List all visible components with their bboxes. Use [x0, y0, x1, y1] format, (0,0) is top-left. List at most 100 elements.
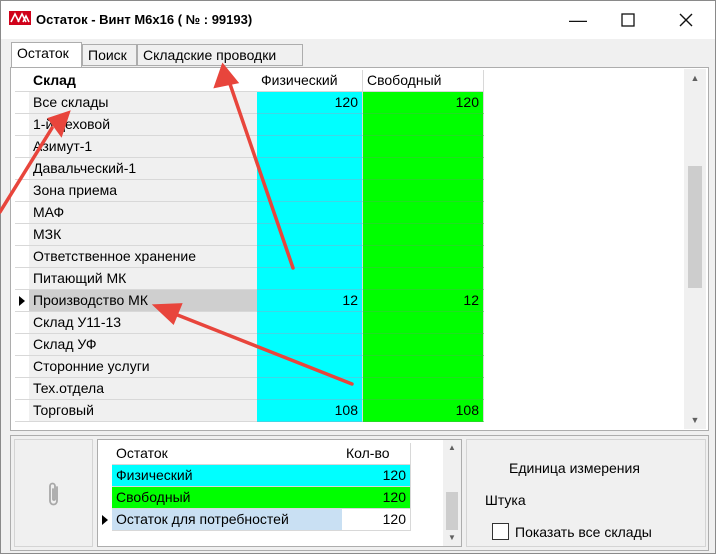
summary-label: Физический — [112, 465, 342, 487]
warehouse-row[interactable]: МАФ — [15, 202, 682, 224]
free-qty — [363, 334, 484, 356]
row-indicator — [15, 268, 29, 290]
warehouse-row[interactable]: Тех.отдела — [15, 378, 682, 400]
warehouse-name: Все склады — [29, 92, 257, 114]
row-indicator — [15, 70, 29, 92]
attachment-area[interactable] — [14, 439, 93, 547]
scroll-down-icon[interactable]: ▼ — [443, 530, 461, 546]
warehouse-row[interactable]: Питающий МК — [15, 268, 682, 290]
row-indicator — [15, 246, 29, 268]
column-header-warehouse: Склад — [29, 70, 257, 92]
summary-row[interactable]: Свободный 120 — [98, 487, 443, 509]
free-qty — [363, 312, 484, 334]
physical-qty — [257, 224, 363, 246]
free-qty — [363, 378, 484, 400]
summary-header-row: Остаток Кол-во — [98, 443, 443, 465]
column-header: Кол-во — [342, 443, 411, 465]
grid-header-row: Склад Физический Свободный — [15, 70, 682, 92]
row-indicator — [15, 400, 29, 422]
close-icon — [679, 13, 693, 27]
warehouse-row[interactable]: Торговый 108 108 — [15, 400, 682, 422]
summary-row[interactable]: Остаток для потребностей 120 — [98, 509, 443, 531]
row-pointer-icon — [98, 509, 112, 531]
column-header-free: Свободный — [363, 70, 484, 92]
tab-remainder[interactable]: Остаток — [11, 42, 82, 67]
warehouse-name: Давальческий-1 — [29, 158, 257, 180]
warehouse-row[interactable]: Давальческий-1 — [15, 158, 682, 180]
show-all-warehouses-checkbox[interactable] — [492, 523, 509, 540]
minimize-icon: — — [569, 9, 587, 30]
free-qty — [363, 180, 484, 202]
warehouse-row[interactable]: Склад У11-13 — [15, 312, 682, 334]
warehouse-name: МЗК — [29, 224, 257, 246]
maximize-icon — [621, 13, 635, 27]
warehouse-name: Торговый — [29, 400, 257, 422]
title-bar: Остаток - Винт М6х16 ( № : 99193) — — [1, 1, 715, 39]
warehouse-name: Склад У11-13 — [29, 312, 257, 334]
grid-scrollbar[interactable]: ▲ ▼ — [684, 69, 706, 429]
row-indicator — [15, 136, 29, 158]
physical-qty — [257, 202, 363, 224]
warehouse-row[interactable]: Ответственное хранение — [15, 246, 682, 268]
warehouse-name: Сторонние услуги — [29, 356, 257, 378]
warehouse-row[interactable]: 1-й цеховой — [15, 114, 682, 136]
scrollbar-thumb[interactable] — [446, 492, 458, 530]
remainder-panel: Склад Физический Свободный Все склады 120 120… — [10, 67, 709, 431]
warehouse-row[interactable]: Зона приема — [15, 180, 682, 202]
summary-row[interactable]: Физический 120 — [98, 465, 443, 487]
free-qty — [363, 356, 484, 378]
free-qty: 12 — [363, 290, 484, 312]
summary-value: 120 — [342, 465, 411, 487]
warehouse-row[interactable]: Сторонние услуги — [15, 356, 682, 378]
physical-qty — [257, 356, 363, 378]
free-qty — [363, 224, 484, 246]
scrollbar-thumb[interactable] — [688, 166, 702, 288]
window: Остаток - Винт М6х16 ( № : 99193) — Оста… — [0, 0, 716, 554]
scroll-down-icon[interactable]: ▼ — [684, 411, 706, 429]
warehouse-row[interactable]: МЗК — [15, 224, 682, 246]
free-qty — [363, 202, 484, 224]
warehouse-row[interactable]: Азимут-1 — [15, 136, 682, 158]
free-qty — [363, 136, 484, 158]
physical-qty — [257, 312, 363, 334]
warehouse-name: Азимут-1 — [29, 136, 257, 158]
app-logo-icon — [9, 11, 31, 25]
row-pointer-icon — [15, 290, 29, 312]
row-indicator — [15, 378, 29, 400]
warehouse-row[interactable]: Склад УФ — [15, 334, 682, 356]
row-indicator — [15, 180, 29, 202]
unit-value: Штука — [485, 492, 526, 508]
summary-label: Остаток для потребностей — [112, 509, 342, 531]
minimize-button[interactable]: — — [555, 1, 601, 39]
warehouse-row[interactable]: Производство МК 12 12 — [15, 290, 682, 312]
physical-qty: 108 — [257, 400, 363, 422]
summary-value: 120 — [342, 509, 411, 531]
free-qty: 108 — [363, 400, 484, 422]
free-qty — [363, 158, 484, 180]
tab-warehouse-postings[interactable]: Складские проводки — [137, 44, 303, 66]
warehouse-name: Производство МК — [29, 290, 257, 312]
row-indicator — [15, 92, 29, 114]
scroll-up-icon[interactable]: ▲ — [443, 440, 461, 456]
row-indicator — [15, 224, 29, 246]
warehouse-name: Тех.отдела — [29, 378, 257, 400]
free-qty: 120 — [363, 92, 484, 114]
summary-scrollbar[interactable]: ▲ ▼ — [443, 440, 461, 546]
free-qty — [363, 114, 484, 136]
summary-value: 120 — [342, 487, 411, 509]
physical-qty — [257, 378, 363, 400]
unit-label: Единица измерения — [509, 460, 640, 476]
scroll-up-icon[interactable]: ▲ — [684, 69, 706, 87]
physical-qty: 12 — [257, 290, 363, 312]
window-title: Остаток - Винт М6х16 ( № : 99193) — [36, 12, 253, 27]
warehouse-name: МАФ — [29, 202, 257, 224]
paperclip-icon — [49, 482, 58, 506]
warehouse-row[interactable]: Все склады 120 120 — [15, 92, 682, 114]
close-button[interactable] — [663, 1, 709, 39]
row-indicator — [15, 356, 29, 378]
tab-search[interactable]: Поиск — [82, 44, 137, 66]
row-indicator — [15, 114, 29, 136]
physical-qty — [257, 114, 363, 136]
maximize-button[interactable] — [605, 1, 651, 39]
show-all-warehouses-label[interactable]: Показать все склады — [515, 524, 652, 540]
